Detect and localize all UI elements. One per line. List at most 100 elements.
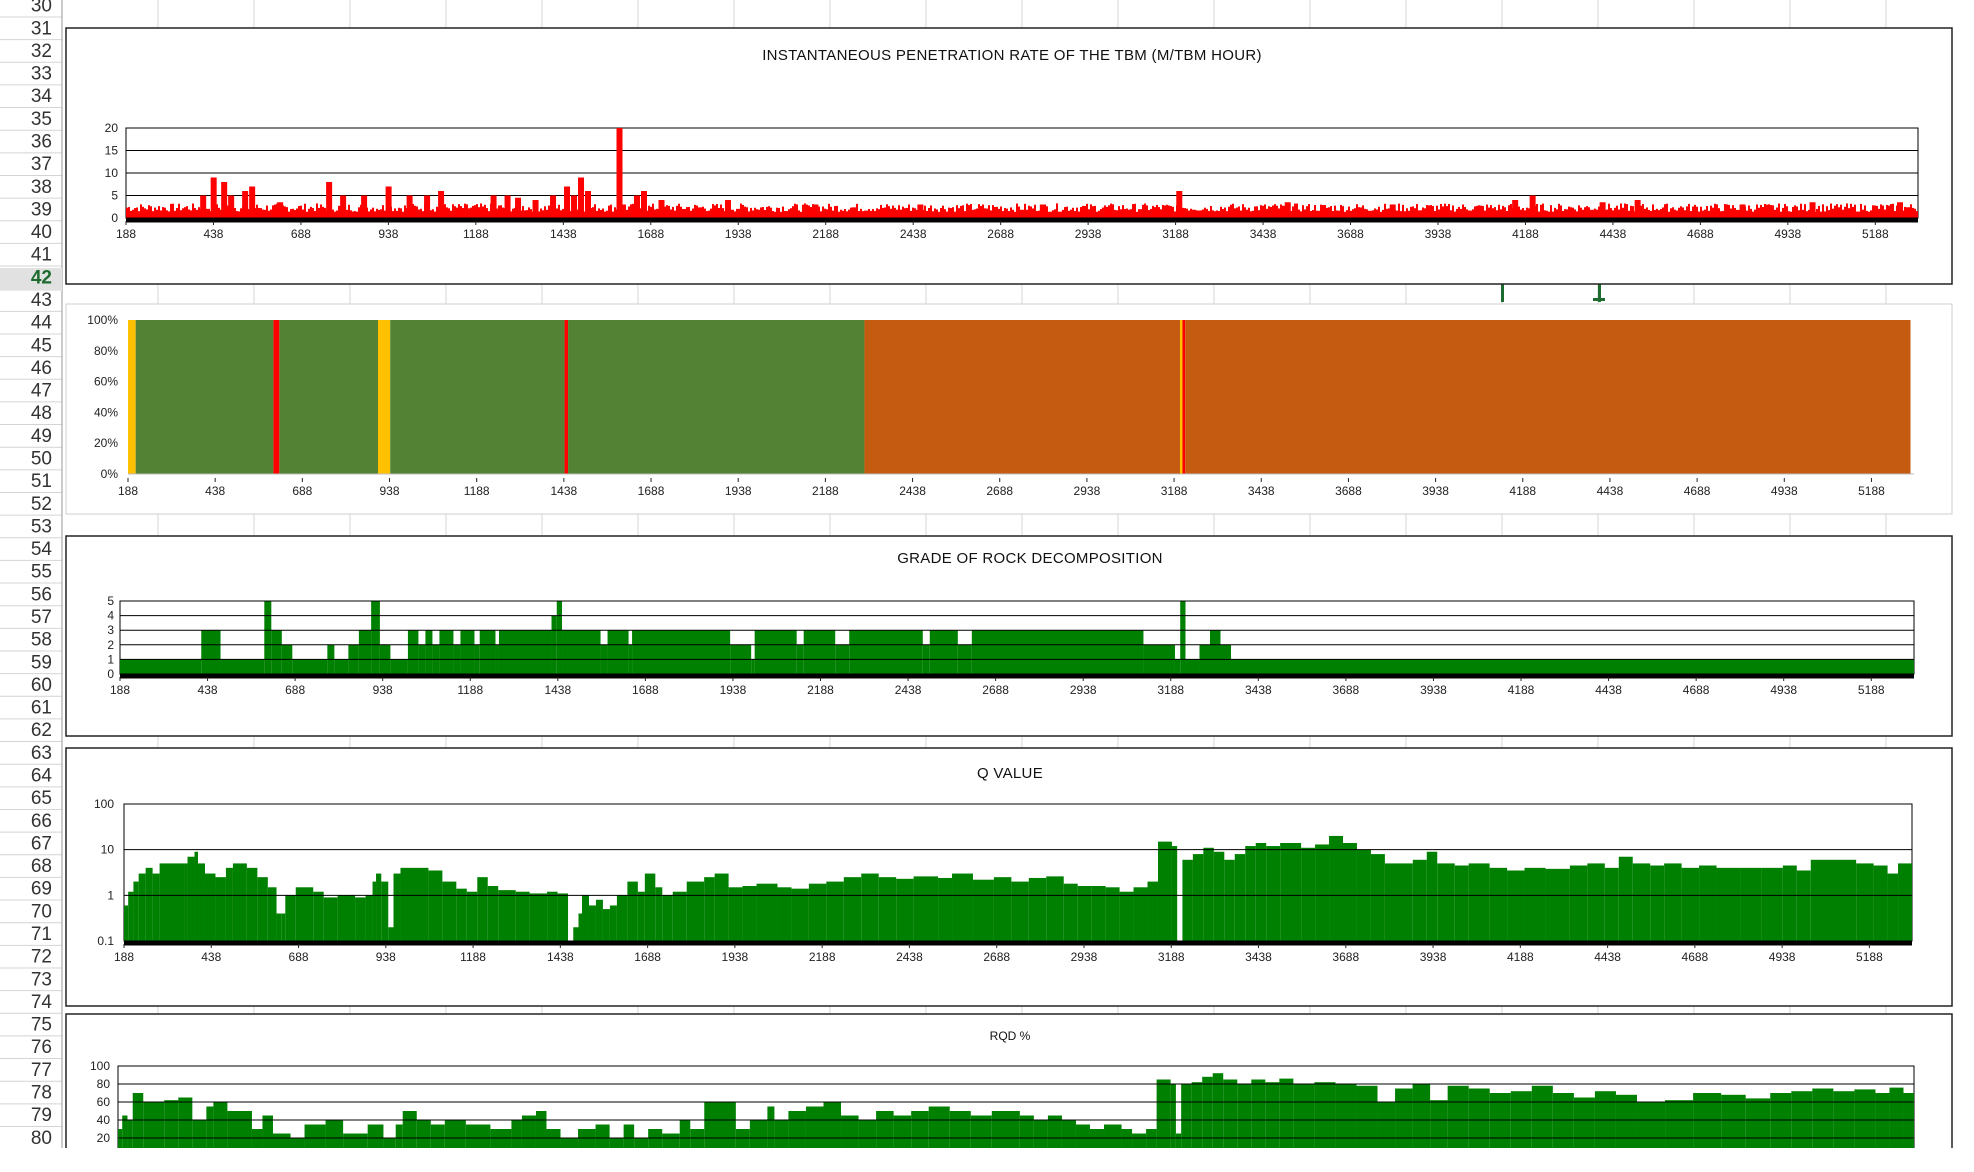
data-bar	[1536, 203, 1538, 218]
data-bar	[1766, 204, 1768, 218]
selection-handle[interactable]	[1593, 298, 1605, 301]
row-header-63[interactable]: 63	[31, 743, 52, 764]
row-header-59[interactable]: 59	[31, 652, 52, 673]
row-header-37[interactable]: 37	[31, 154, 52, 175]
data-bar	[1910, 204, 1912, 218]
row-header-58[interactable]: 58	[31, 630, 52, 651]
y-tick-label: 0	[111, 211, 118, 225]
x-tick-label: 2188	[809, 950, 836, 964]
data-bar	[1206, 208, 1208, 218]
row-header-36[interactable]: 36	[31, 132, 52, 153]
row-header-60[interactable]: 60	[31, 675, 52, 696]
row-header-38[interactable]: 38	[31, 177, 52, 198]
x-tick-label: 3938	[1425, 227, 1452, 241]
chart-decomposition[interactable]: GRADE OF ROCK DECOMPOSITION 012345188 438…	[65, 535, 1953, 737]
row-header-43[interactable]: 43	[31, 290, 52, 311]
data-bar	[428, 870, 443, 941]
row-header-33[interactable]: 33	[31, 64, 52, 85]
row-header-79[interactable]: 79	[31, 1105, 52, 1126]
row-header-46[interactable]: 46	[31, 358, 52, 379]
row-header-78[interactable]: 78	[31, 1083, 52, 1104]
row-header-53[interactable]: 53	[31, 516, 52, 537]
data-bar	[858, 211, 860, 218]
row-header-39[interactable]: 39	[31, 199, 52, 220]
row-header-66[interactable]: 66	[31, 811, 52, 832]
row-header-77[interactable]: 77	[31, 1060, 52, 1081]
data-bar	[984, 208, 986, 218]
data-bar	[390, 659, 408, 674]
data-bar	[1171, 846, 1178, 941]
row-header-42[interactable]: 42	[31, 267, 52, 288]
row-header-45[interactable]: 45	[31, 335, 52, 356]
row-header-67[interactable]: 67	[31, 833, 52, 854]
data-bar	[964, 211, 966, 218]
row-header-72[interactable]: 72	[31, 947, 52, 968]
row-header-47[interactable]: 47	[31, 381, 52, 402]
data-bar	[1034, 204, 1036, 218]
data-bar	[1198, 210, 1200, 218]
row-header-69[interactable]: 69	[31, 879, 52, 900]
data-bar	[308, 208, 310, 218]
x-tick-label: 4938	[1769, 950, 1796, 964]
data-bar	[609, 905, 617, 941]
row-header-49[interactable]: 49	[31, 426, 52, 447]
data-bar	[1338, 210, 1340, 218]
row-header-48[interactable]: 48	[31, 403, 52, 424]
row-header-70[interactable]: 70	[31, 901, 52, 922]
row-header-75[interactable]: 75	[31, 1015, 52, 1036]
row-header-52[interactable]: 52	[31, 494, 52, 515]
row-header-76[interactable]: 76	[31, 1037, 52, 1058]
data-bar	[1756, 204, 1758, 218]
row-header-74[interactable]: 74	[31, 992, 53, 1013]
chart-penetration[interactable]: INSTANTANEOUS PENETRATION RATE OF THE TB…	[65, 27, 1953, 285]
chart-rock-class[interactable]: 0% 20% 40% 60% 80% 100% 188 438 688 938 1188 1438 16…	[65, 303, 1953, 515]
row-header-64[interactable]: 64	[31, 766, 53, 787]
row-header-71[interactable]: 71	[31, 924, 52, 945]
data-bar	[371, 601, 380, 674]
row-header-34[interactable]: 34	[31, 86, 53, 107]
x-tick-label: 5188	[1862, 227, 1889, 241]
y-tick-label: 0%	[101, 467, 119, 481]
row-header-31[interactable]: 31	[31, 18, 52, 39]
data-bar	[466, 204, 468, 218]
row-header-57[interactable]: 57	[31, 607, 52, 628]
row-header-40[interactable]: 40	[31, 222, 52, 243]
chart-q-value[interactable]: Q VALUE 0.1 1 10 100 188 438 688 938 1188 1438 168…	[65, 747, 1953, 1007]
data-bar	[1460, 208, 1462, 218]
row-header-32[interactable]: 32	[31, 41, 52, 62]
row-header-68[interactable]: 68	[31, 856, 52, 877]
row-header-41[interactable]: 41	[31, 245, 52, 266]
data-bar	[1389, 204, 1396, 218]
row-header-54[interactable]: 54	[31, 539, 53, 560]
data-bar	[626, 209, 628, 218]
row-header-50[interactable]: 50	[31, 449, 52, 470]
data-bar	[1806, 211, 1808, 218]
data-bar	[948, 207, 950, 218]
row-header-61[interactable]: 61	[31, 698, 52, 719]
row-header-56[interactable]: 56	[31, 584, 52, 605]
data-bar	[820, 211, 822, 218]
row-header-65[interactable]: 65	[31, 788, 52, 809]
data-bar	[380, 209, 382, 218]
data-bar	[996, 206, 998, 218]
data-bar	[1091, 886, 1106, 941]
row-header-55[interactable]: 55	[31, 562, 52, 583]
row-header-30[interactable]: 30	[31, 0, 52, 17]
row-header-80[interactable]: 80	[31, 1128, 52, 1149]
data-bar	[794, 203, 796, 218]
data-bar	[1510, 204, 1512, 218]
row-header-62[interactable]: 62	[31, 720, 52, 741]
data-bar	[912, 207, 914, 218]
data-bar	[1792, 206, 1794, 218]
data-bar	[258, 208, 260, 218]
row-header-44[interactable]: 44	[31, 313, 53, 334]
row-header-51[interactable]: 51	[31, 471, 52, 492]
data-bar	[1604, 867, 1619, 941]
row-header-35[interactable]: 35	[31, 109, 52, 130]
data-bar	[144, 208, 146, 218]
data-bar	[698, 207, 700, 218]
selection-handle[interactable]	[1501, 284, 1504, 302]
data-bar	[374, 211, 376, 218]
data-bar	[1082, 205, 1084, 218]
row-header-73[interactable]: 73	[31, 969, 52, 990]
